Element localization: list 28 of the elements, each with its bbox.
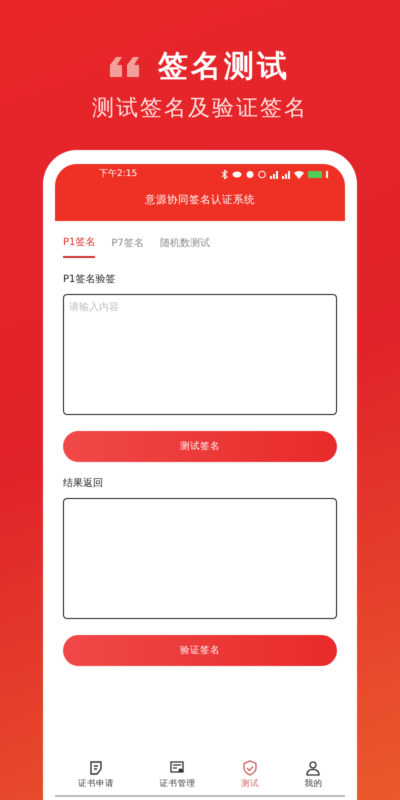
alarm-icon [258,170,266,180]
nav-tab[interactable]: 测试 [240,760,259,791]
status-time: 下午2:15 [99,168,138,181]
signal-icon [270,170,278,180]
field-label: P1签名验签 [63,273,116,288]
edit-icon [88,760,104,776]
user-icon [305,760,322,776]
action-button[interactable]: 测试签名 [63,431,337,462]
tab[interactable]: P1签名 [63,229,96,258]
signal-icon [282,170,290,180]
bluetooth-icon [221,170,228,180]
shield-check-icon [242,760,258,776]
action-button[interactable]: 验证签名 [63,635,337,666]
subtitle: 测试签名及验证签名 [92,98,308,120]
field-label: 结果返回 [63,476,104,492]
quote-icon [110,57,142,77]
wifi-icon [294,170,304,180]
battery-icon [308,170,322,180]
app-title: 意源协同签名认证系统 [144,192,256,208]
nav-tab[interactable]: 我的 [304,760,322,791]
charging-icon [326,170,329,180]
tab[interactable]: P7签名 [111,229,144,258]
text-area[interactable] [63,498,337,620]
nav-tab[interactable]: 证书管理 [159,760,196,791]
tab[interactable]: 随机数测试 [160,229,210,258]
headline: 签名测试 [158,52,290,82]
nav-tab[interactable]: 证书申请 [78,760,114,791]
text-area[interactable]: 请输入内容 [63,294,337,416]
